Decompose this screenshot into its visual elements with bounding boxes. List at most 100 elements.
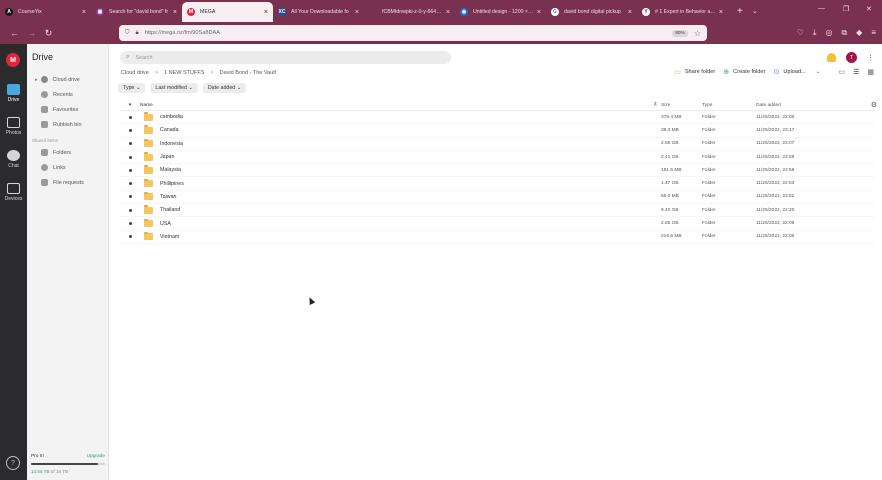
notification-bell-icon[interactable] (827, 53, 836, 62)
table-row[interactable]: Taiwan 65.0 MB Folder 11/25/2022, 22:52 (120, 191, 875, 205)
sort-icon[interactable]: ⊼ (653, 103, 657, 108)
rail-item-drive[interactable]: Drive (0, 84, 27, 103)
downloads-icon[interactable]: ⤓ (813, 28, 817, 38)
row-menu-dot[interactable] (120, 128, 140, 132)
restore-icon[interactable]: ❐ (843, 5, 849, 13)
browser-tab[interactable]: fCBMtdnwpki-z-0-y-66437acf8× (364, 2, 455, 22)
row-name-cell[interactable]: Thailand (140, 205, 661, 214)
browser-tab[interactable]: ◉ Untitled design - 1200 × 12 × (455, 2, 546, 22)
column-header-size[interactable]: Size (661, 103, 702, 108)
table-row[interactable]: Japan 2.41 GB Folder 11/25/2022, 22:59 (120, 151, 875, 165)
zoom-level-badge[interactable]: 80% (672, 29, 688, 37)
reload-icon[interactable]: ↻ (40, 28, 57, 39)
column-settings-gear-icon[interactable]: ⚙ (871, 101, 877, 109)
breadcrumb-item[interactable]: Cloud drive (121, 70, 149, 76)
rail-item-chat[interactable]: Chat (0, 150, 27, 169)
row-menu-dot[interactable] (120, 155, 140, 159)
sidebar-item-folders[interactable]: Folders (41, 149, 71, 156)
shield-icon[interactable]: ⛉ (125, 30, 130, 37)
favourite-column-heart-icon[interactable]: ♥ (120, 103, 140, 108)
rail-item-devices[interactable]: Devices (0, 183, 27, 202)
row-menu-dot[interactable] (120, 115, 140, 119)
back-arrow-icon[interactable]: ← (6, 28, 23, 38)
rail-item-photos[interactable]: Photos (0, 117, 27, 136)
new-tab-button[interactable]: + (737, 6, 743, 17)
row-name-cell[interactable]: Vietnam (140, 231, 661, 241)
row-name-cell[interactable]: Phillipines (140, 178, 661, 188)
browser-tab[interactable]: Gdavid bond digital pickup × (546, 2, 637, 22)
breadcrumb-item[interactable]: 1 NEW STUFFS (164, 70, 204, 76)
share-folder-button[interactable]: ▭ Share folder (674, 68, 715, 76)
sidebar-item-favourites[interactable]: Favourites (41, 106, 78, 113)
extensions-icon[interactable]: ⧉ (841, 28, 847, 38)
grid-view-icon[interactable]: ▦ (867, 68, 874, 76)
tab-close-icon[interactable]: × (537, 9, 541, 16)
tab-close-icon[interactable]: × (264, 9, 268, 16)
expand-arrow-icon[interactable]: ▸ (35, 77, 38, 83)
create-folder-button[interactable]: ⊕ Create folder (723, 68, 765, 76)
filter-type[interactable]: Type ⌄ (118, 83, 146, 93)
tab-close-icon[interactable]: × (446, 9, 450, 16)
sidebar-item-cloud-drive[interactable]: ▸ Cloud drive (35, 76, 80, 83)
mega-extension-icon[interactable]: ◆ (856, 28, 862, 38)
sidebar-item-rubbish-bin[interactable]: Rubbish bin (41, 121, 81, 128)
row-menu-dot[interactable] (120, 168, 140, 172)
breadcrumb-item[interactable]: David Bond - The Vault (220, 70, 276, 76)
table-row[interactable]: cambodia 379.4 MB Folder 11/25/2022, 22:06 (120, 111, 875, 125)
row-name-cell[interactable]: USA (140, 218, 661, 228)
tab-list-chevron-icon[interactable]: ⌄ (752, 7, 758, 15)
tab-close-icon[interactable]: × (628, 9, 632, 16)
upgrade-link[interactable]: Upgrade (87, 454, 105, 459)
browser-tab[interactable]: M MEGA × (182, 2, 273, 22)
row-name-cell[interactable]: Canada (140, 125, 661, 134)
lock-icon[interactable]: 🔒︎ (136, 30, 139, 37)
tab-close-icon[interactable]: × (82, 9, 86, 16)
table-row[interactable]: Thailand 9.40 GB Folder 11/25/2022, 22:20 (120, 204, 875, 218)
avatar[interactable]: T (846, 52, 857, 63)
row-menu-dot[interactable] (120, 195, 140, 199)
browser-tab[interactable]: XC All Your Downloadable fo × (273, 2, 364, 22)
help-icon[interactable]: ? (6, 456, 20, 470)
browser-tab[interactable]: Y # 1 Expert in Behavior and × (637, 2, 728, 22)
browser-tab[interactable]: A CourseYix × (0, 2, 91, 22)
table-row[interactable]: Vietnam 216.6 MB Folder 11/25/2022, 22:06 (120, 231, 875, 244)
address-bar[interactable]: ⛉ 🔒︎ https://mega.nz/fm/90Sa8DAA 80% ☆ (119, 25, 707, 41)
more-menu-icon[interactable]: ⋮ (867, 54, 874, 62)
tab-close-icon[interactable]: × (355, 9, 359, 16)
tab-close-icon[interactable]: × (173, 9, 177, 16)
row-name-cell[interactable]: Japan (140, 152, 661, 161)
column-header-name[interactable]: Name ⊼ (140, 103, 661, 108)
row-menu-dot[interactable] (120, 222, 140, 226)
media-view-icon[interactable]: ▭ (838, 68, 845, 76)
browser-tab[interactable]: ▣ Search for "david bond" fr × (91, 2, 182, 22)
sidebar-item-file-requests[interactable]: File requests (41, 179, 84, 186)
row-menu-dot[interactable] (120, 235, 140, 239)
search-input[interactable]: ⌕ Search (120, 51, 451, 64)
pocket-icon[interactable]: ♡ (797, 28, 804, 38)
table-row[interactable]: Indonesia 2.55 GB Folder 11/25/2022, 23:07 (120, 138, 875, 151)
filter-last-modified[interactable]: Last modified ⌄ (150, 83, 198, 93)
column-header-date-added[interactable]: Date added (756, 103, 866, 108)
row-menu-dot[interactable] (120, 142, 140, 146)
sidebar-item-links[interactable]: Links (41, 164, 66, 171)
forward-arrow-icon[interactable]: → (23, 28, 40, 38)
menu-icon[interactable]: ≡ (871, 28, 876, 38)
mega-logo[interactable]: M (6, 53, 20, 67)
account-icon[interactable]: ◎ (825, 28, 832, 38)
row-menu-dot[interactable] (120, 182, 140, 186)
upload-button[interactable]: ⊙ Upload... ⌄ (774, 68, 821, 76)
row-menu-dot[interactable] (120, 208, 140, 212)
bookmark-star-icon[interactable]: ☆ (694, 29, 701, 38)
table-row[interactable]: USA 2.85 GB Folder 11/25/2022, 22:08 (120, 217, 875, 231)
list-view-icon[interactable]: ☰ (853, 68, 859, 76)
column-header-type[interactable]: Type (702, 103, 756, 108)
upload-chevron-icon[interactable]: ⌄ (816, 69, 821, 75)
sidebar-item-recents[interactable]: Recents (41, 91, 73, 98)
table-row[interactable]: Canada 39.3 MB Folder 11/25/2022, 23:17 (120, 124, 875, 138)
tab-close-icon[interactable]: × (719, 9, 723, 16)
row-name-cell[interactable]: Malaysia (140, 165, 661, 174)
minimize-icon[interactable]: — (818, 5, 825, 12)
row-name-cell[interactable]: cambodia (140, 112, 661, 121)
url-text[interactable]: https://mega.nz/fm/90Sa8DAA (145, 30, 673, 36)
close-window-icon[interactable]: ✕ (866, 5, 872, 13)
